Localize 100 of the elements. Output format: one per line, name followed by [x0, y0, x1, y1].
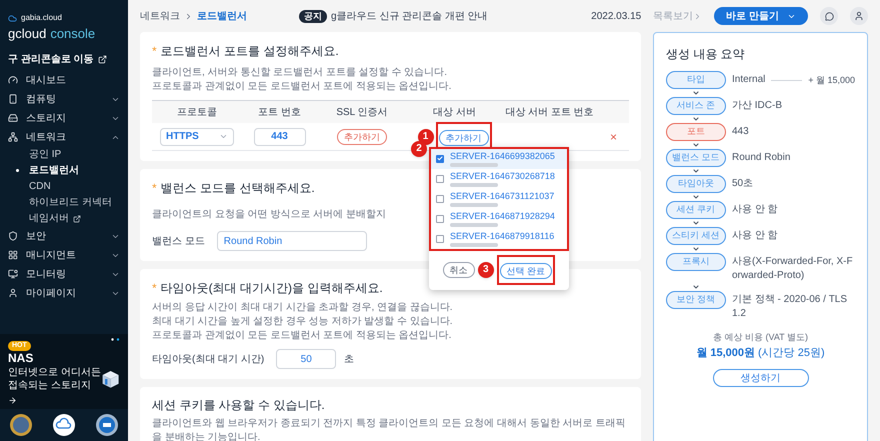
server-name: SERVER-1646871928294: [450, 210, 555, 222]
chevron-down-icon: [692, 193, 700, 201]
step-value: 기본 정책 - 2020-06 / TLS 1.2: [732, 293, 848, 321]
chevron-down-icon: [219, 132, 228, 141]
brand-name: gcloud: [8, 25, 46, 43]
step-value: 443: [732, 125, 749, 139]
user-icon: [8, 288, 18, 298]
legacy-console-link[interactable]: 구 관리콘솔로 이동: [8, 52, 94, 66]
unit-label: 초: [344, 352, 354, 366]
external-link-icon: [98, 54, 107, 64]
section-description: 서버의 응답 시간이 최대 대기 시간을 초과할 경우, 연결을 끊습니다.: [152, 301, 454, 315]
column-header: 대상 서버 포트 번호: [504, 106, 595, 120]
network-icon: [8, 132, 18, 142]
required-mark: *: [152, 43, 157, 60]
notice-text[interactable]: g클라우드 신규 관리콘솔 개편 안내: [331, 8, 488, 24]
section-description: 클라이언트, 서버와 통신할 로드밸런서 포트를 설정할 수 있습니다.: [152, 66, 448, 80]
sidebar-item[interactable]: 마이페이지: [8, 284, 120, 302]
cloud-logo-icon: [8, 14, 17, 22]
quick-create-button[interactable]: 바로 만들기: [714, 7, 808, 25]
redacted-bar: [450, 162, 498, 166]
add-certificate-button[interactable]: 추가하기: [337, 128, 387, 144]
step-value: Internal: [732, 73, 766, 87]
sidebar-item[interactable]: 대시보드: [8, 70, 120, 90]
checkbox[interactable]: [436, 154, 444, 162]
redacted-bar: [450, 222, 498, 226]
column-header: 포트 번호: [257, 106, 302, 120]
section-description: 프로토콜과 관계없이 모든 로드밸런서 포트에 적용되는 옵션입니다.: [152, 80, 452, 94]
balance-mode-select[interactable]: Round Robin: [216, 231, 367, 251]
confirm-button[interactable]: 선택 완료: [500, 262, 552, 278]
monitor-icon: [8, 269, 18, 279]
checkbox[interactable]: [436, 234, 444, 242]
section-title: 밸런스 모드를 선택해주세요.: [160, 180, 315, 196]
checkbox[interactable]: [436, 174, 444, 182]
summary-title: 생성 내용 요약: [666, 46, 746, 63]
sidebar-subitem[interactable]: 네임서버: [29, 211, 81, 226]
arrow-right-icon: [8, 396, 17, 405]
brand-small: gabia.cloud: [21, 12, 62, 24]
section-description: 최대 대기 시간을 높게 설정한 경우 성능 저하가 발생할 수 있습니다.: [152, 315, 454, 329]
chevron-right-icon: [184, 12, 193, 20]
sidebar-item[interactable]: 모니터링: [8, 264, 120, 284]
banner-text: 인터넷으로 어디서든: [8, 366, 101, 379]
sidebar-subitem[interactable]: 공인 IP: [29, 147, 62, 162]
cancel-button[interactable]: 취소: [442, 262, 475, 278]
timeout-input[interactable]: 50: [276, 349, 336, 369]
section-description: 클라이언트의 요청을 어떤 방식으로 서버에 분배할지: [152, 209, 386, 220]
step-value: 사용 안 함: [732, 229, 778, 243]
sidebar-item[interactable]: 스토리지: [8, 108, 120, 128]
step-pill: 밸런스 모드: [666, 149, 726, 167]
create-button[interactable]: 생성하기: [712, 369, 808, 387]
step-marker: 3: [478, 262, 494, 278]
banner-title: NAS: [8, 351, 34, 366]
step-pill: 타입: [666, 71, 726, 89]
chat-icon: [824, 12, 834, 20]
chevron-down-icon: [692, 115, 700, 123]
step-value: 가산 IDC-B: [732, 99, 782, 113]
checkbox[interactable]: [436, 214, 444, 222]
section-description: 프로토콜과 관계없이 모든 로드밸런서 포트에 적용되는 옵션입니다.: [152, 329, 452, 343]
profile-button[interactable]: [850, 7, 868, 25]
sidebar-item[interactable]: 매니지먼트: [8, 246, 120, 264]
step-value: 사용 안 함: [732, 203, 778, 217]
shield-icon: [8, 231, 18, 241]
sidebar-subitem[interactable]: CDN: [29, 179, 51, 194]
chevron-down-icon: [692, 167, 700, 175]
notice-date: 2022.03.15: [591, 10, 642, 24]
breadcrumb-link[interactable]: 네트워크: [140, 8, 180, 24]
server-option[interactable]: SERVER-1646699382065: [431, 148, 567, 168]
chevron-down-icon: [692, 219, 700, 227]
leader-line: [771, 80, 802, 81]
sidebar-subitem[interactable]: 로드밸런서: [29, 163, 79, 178]
server-name: SERVER-1646699382065: [450, 150, 555, 162]
total-cost: 월 15,000원 (시간당 25원): [695, 346, 826, 360]
server-name: SERVER-1646730268718: [450, 170, 555, 182]
port-input[interactable]: 443: [254, 128, 306, 146]
delete-button[interactable]: ×: [610, 128, 617, 146]
security-seal-icon: [94, 413, 119, 437]
gauge-icon: [8, 75, 18, 85]
breadcrumb-current: 로드밸런서: [197, 10, 247, 24]
add-server-button[interactable]: 추가하기: [438, 130, 488, 146]
redacted-bar: [450, 242, 498, 246]
banner-text: 접속되는 스토리지: [8, 379, 92, 392]
external-link-icon: [73, 214, 81, 222]
required-mark: *: [152, 280, 157, 297]
protocol-select[interactable]: HTTPS: [160, 128, 234, 146]
sidebar-item[interactable]: 보안: [8, 226, 120, 246]
drive-icon: [8, 113, 18, 123]
server-name: SERVER-1646879918116: [450, 230, 554, 242]
step-pill: 스티키 세션: [666, 227, 726, 245]
brand-suffix: console: [50, 25, 96, 43]
chat-button[interactable]: [820, 7, 838, 25]
sidebar-subitem[interactable]: 하이브리드 커넥터: [29, 195, 112, 210]
step-marker: 1: [418, 128, 434, 144]
step-marker: 2: [411, 140, 427, 156]
step-value: 50초: [732, 177, 754, 191]
sidebar-item[interactable]: 컴퓨팅: [8, 90, 120, 108]
user-icon: [854, 11, 864, 21]
sidebar-item[interactable]: 네트워크: [8, 128, 120, 146]
required-mark: *: [152, 180, 157, 197]
step-pill: 서비스 존: [666, 97, 726, 115]
check-icon: [437, 155, 443, 162]
checkbox[interactable]: [436, 194, 444, 202]
